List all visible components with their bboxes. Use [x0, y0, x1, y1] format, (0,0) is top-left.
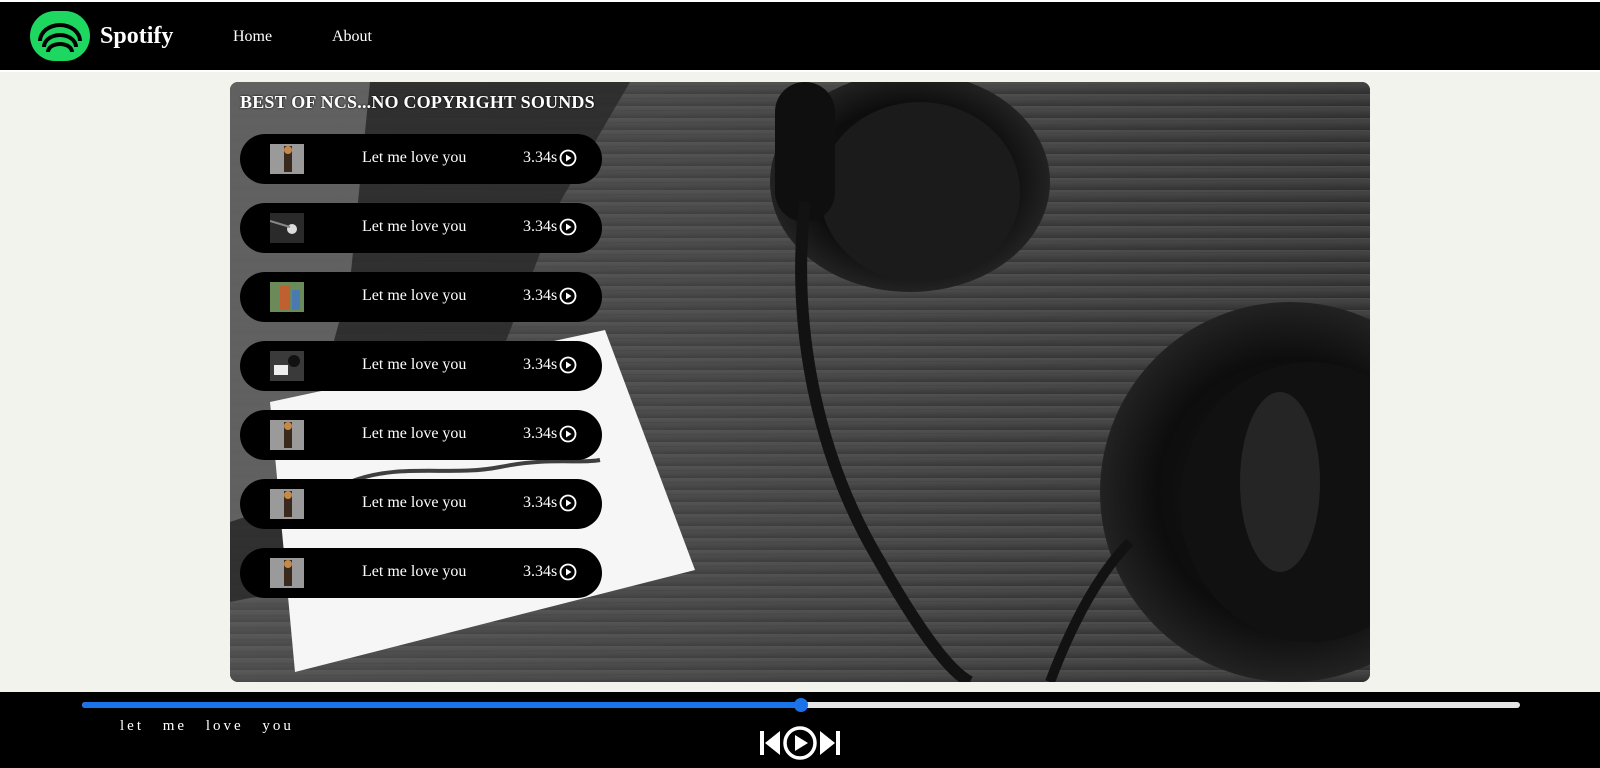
song-title: Let me love you: [362, 494, 467, 511]
progress-fill: [82, 702, 801, 708]
navbar: Spotify Home About: [0, 0, 1600, 72]
brand[interactable]: Spotify: [30, 11, 173, 61]
progress-handle[interactable]: [794, 698, 808, 712]
song-item-6[interactable]: Let me love you 3.34s: [240, 479, 602, 529]
progress-bar[interactable]: [82, 698, 1520, 712]
song-thumbnail: [270, 144, 304, 174]
song-duration: 3.34s: [523, 356, 558, 373]
play-circle-icon[interactable]: [559, 149, 577, 167]
song-duration: 3.34s: [523, 287, 558, 304]
song-duration: 3.34s: [523, 149, 558, 166]
nav-about-link[interactable]: About: [332, 28, 372, 46]
song-item-2[interactable]: Let me love you 3.34s: [240, 203, 602, 253]
song-title: Let me love you: [362, 218, 467, 235]
song-title: Let me love you: [362, 425, 467, 442]
song-item-7[interactable]: Let me love you 3.34s: [240, 548, 602, 598]
song-thumbnail: [270, 351, 304, 381]
next-icon[interactable]: [820, 731, 840, 755]
play-circle-icon[interactable]: [559, 356, 577, 374]
previous-icon[interactable]: [760, 731, 780, 755]
song-item-5[interactable]: Let me love you 3.34s: [240, 410, 602, 460]
playlist-heading: BEST OF NCS...NO COPYRIGHT SOUNDS: [240, 92, 595, 112]
player-bar: let me love you: [0, 692, 1600, 768]
song-item-4[interactable]: Let me love you 3.34s: [240, 341, 602, 391]
nav-home-link[interactable]: Home: [233, 28, 272, 46]
song-item-3[interactable]: Let me love you 3.34s: [240, 272, 602, 322]
now-playing-title: let me love you: [120, 718, 294, 734]
song-title: Let me love you: [362, 356, 467, 373]
spotify-logo-icon: [30, 11, 90, 61]
song-thumbnail: [270, 420, 304, 450]
song-title: Let me love you: [362, 563, 467, 580]
song-title: Let me love you: [362, 149, 467, 166]
play-circle-icon[interactable]: [559, 287, 577, 305]
playback-controls: [760, 726, 840, 760]
song-title: Let me love you: [362, 287, 467, 304]
song-thumbnail: [270, 213, 304, 243]
song-duration: 3.34s: [523, 494, 558, 511]
song-duration: 3.34s: [523, 425, 558, 442]
song-item-1[interactable]: Let me love you 3.34s: [240, 134, 602, 184]
play-circle-icon[interactable]: [559, 425, 577, 443]
playlist-container: BEST OF NCS...NO COPYRIGHT SOUNDS Let me…: [230, 82, 1370, 682]
play-circle-icon[interactable]: [783, 726, 817, 760]
song-thumbnail: [270, 282, 304, 312]
song-duration: 3.34s: [523, 218, 558, 235]
play-circle-icon[interactable]: [559, 494, 577, 512]
brand-name: Spotify: [100, 22, 174, 49]
song-thumbnail: [270, 558, 304, 588]
song-thumbnail: [270, 489, 304, 519]
play-circle-icon[interactable]: [559, 218, 577, 236]
play-circle-icon[interactable]: [559, 563, 577, 581]
song-duration: 3.34s: [523, 563, 558, 580]
